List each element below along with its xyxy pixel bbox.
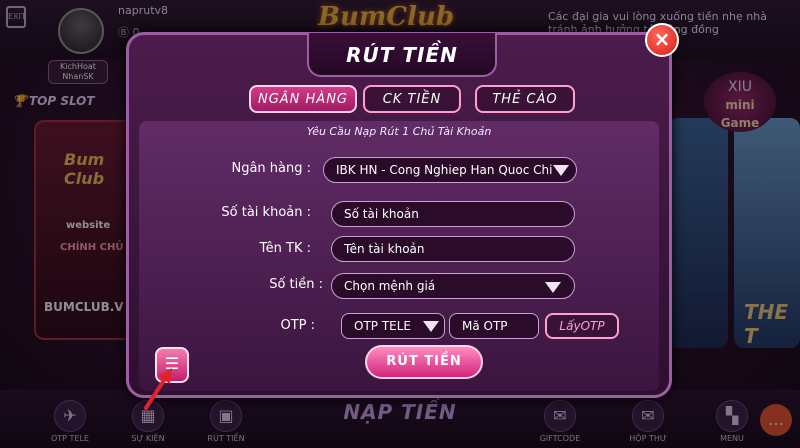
panel-heading: Yêu Cầu Nạp Rút 1 Chủ Tài Khoản — [306, 125, 492, 138]
otp-method-value: OTP TELE — [354, 319, 412, 333]
amount-select-value: Chọn mệnh giá — [344, 279, 436, 293]
dialog-title: RÚT TIỀN — [346, 43, 458, 67]
otp-label: OTP : — [280, 318, 315, 333]
dialog-title-bar: RÚT TIỀN — [307, 33, 497, 77]
chevron-down-icon[interactable] — [423, 321, 439, 332]
close-button[interactable]: × — [645, 23, 679, 57]
account-name-input[interactable]: Tên tài khoản — [331, 236, 575, 262]
bank-select[interactable]: IBK HN - Cong Nghiep Han Quoc Chi — [323, 157, 577, 183]
chevron-down-icon[interactable] — [553, 165, 569, 176]
chevron-down-icon[interactable] — [545, 282, 561, 293]
get-otp-button[interactable]: LấyOTP — [545, 313, 619, 339]
bank-label: Ngân hàng : — [231, 161, 311, 176]
withdraw-submit-button[interactable]: RÚT TIỀN — [365, 345, 483, 379]
amount-label: Số tiền : — [269, 277, 323, 292]
pointer-arrow-icon — [144, 368, 172, 410]
withdraw-dialog: RÚT TIỀN × NGÂN HÀNG CK TIỀN THẺ CÀO Yêu… — [126, 23, 679, 398]
account-name-label: Tên TK : — [259, 241, 311, 256]
account-number-label: Số tài khoản : — [221, 205, 311, 220]
bank-select-value: IBK HN - Cong Nghiep Han Quoc Chi — [336, 163, 553, 177]
tab-transfer[interactable]: CK TIỀN — [363, 85, 461, 113]
account-number-input[interactable]: Số tài khoản — [331, 201, 575, 227]
otp-code-input[interactable]: Mã OTP — [449, 313, 539, 339]
tab-scratch-card[interactable]: THẺ CÀO — [475, 85, 575, 113]
amount-select[interactable]: Chọn mệnh giá — [331, 273, 575, 299]
tab-bank[interactable]: NGÂN HÀNG — [249, 85, 357, 113]
